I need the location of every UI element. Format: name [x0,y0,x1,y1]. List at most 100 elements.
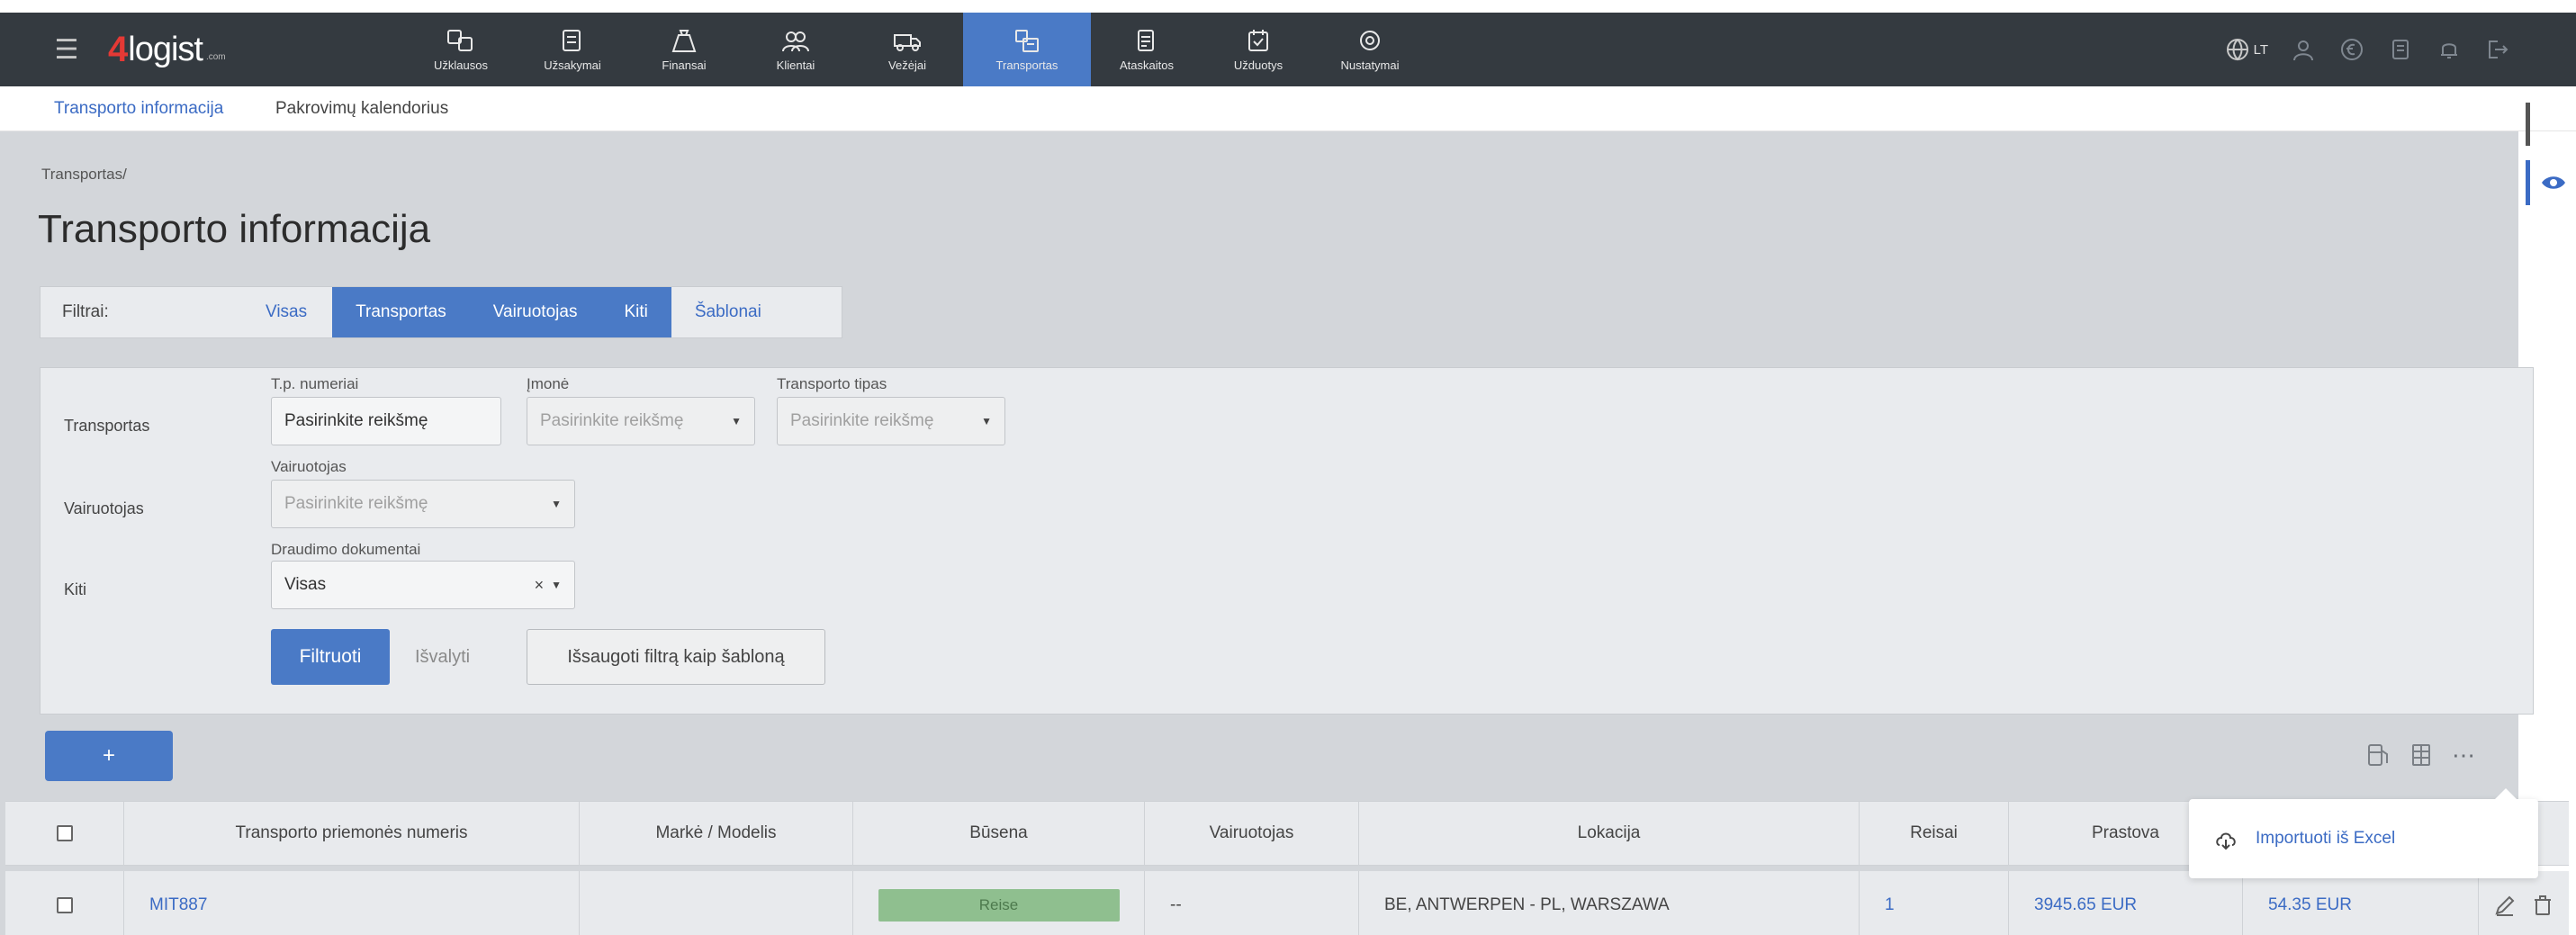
header-trips[interactable]: Reisai [1860,802,2009,865]
insurance-label: Draudimo dokumentai [271,541,421,558]
plate-select[interactable]: Pasirinkite reikšmę [271,397,501,445]
nav-item-label: Užklausos [434,58,488,72]
nav-item-finance[interactable]: Finansai [628,13,740,86]
import-excel-option[interactable]: Importuoti iš Excel [2256,829,2395,849]
cell-downtime: 3945.65 EUR [2009,871,2243,935]
header-status[interactable]: Būsena [853,802,1145,865]
nav-item-inquiries[interactable]: Užklausos [405,13,517,86]
logo-word: logist [128,30,203,68]
nav-item-tasks[interactable]: Užduotys [1202,13,1314,86]
logo-tld: .com [205,51,226,62]
tab-transport[interactable]: Transportas [332,287,470,337]
carriers-icon [894,33,921,51]
logout-button[interactable] [2484,36,2511,63]
table-tools: ⋯ [2365,742,2477,769]
currency-button[interactable] [2338,36,2365,63]
top-navbar: ☰ 4 logist .com Užklausos Užsakymai Fina… [0,13,2576,86]
eye-icon [2541,176,2565,189]
visibility-toggle-button[interactable] [2526,160,2576,205]
insurance-select-value: Visas [284,575,327,594]
finance-icon [671,29,697,52]
hamburger-menu-icon[interactable]: ☰ [34,13,99,86]
row-label-driver: Vairuotojas [64,499,144,517]
select-all-checkbox[interactable] [56,825,73,841]
spreadsheet-icon[interactable] [2409,742,2434,769]
clear-button[interactable]: Išvalyti [415,647,470,668]
header-location[interactable]: Lokacija [1359,802,1860,865]
nav-item-label: Finansai [662,58,707,72]
header-driver[interactable]: Vairuotojas [1145,802,1359,865]
tasks-icon [1248,29,1268,51]
header-model[interactable]: Markė / Modelis [580,802,853,865]
sub-nav: Transporto informacija Pakrovimų kalendo… [0,86,2576,131]
driver-select-value: Pasirinkite reikšmę [284,494,428,513]
more-options-icon[interactable]: ⋯ [2452,743,2477,767]
edit-icon[interactable] [2493,894,2517,917]
downtime-link[interactable]: 3945.65 EUR [2034,895,2137,915]
rail-scroll-indicator [2526,103,2530,146]
nav-item-transport[interactable]: Transportas [963,13,1091,86]
filter-button[interactable]: Filtruoti [271,629,390,685]
document-icon [2392,40,2409,59]
company-select-value: Pasirinkite reikšmę [540,411,684,430]
delete-icon[interactable] [2531,894,2554,917]
chevron-down-icon: ▼ [981,415,992,427]
nav-item-orders[interactable]: Užsakymai [517,13,628,86]
reports-icon [1138,29,1154,51]
tab-other[interactable]: Kiti [600,287,671,337]
extra-link[interactable]: 54.35 EUR [2268,895,2352,915]
cell-model [580,871,853,935]
filter-tabs-label: Filtrai: [62,302,109,321]
row-label-transport: Transportas [64,417,150,435]
tab-all[interactable]: Visas [266,287,332,337]
subnav-loading-calendar[interactable]: Pakrovimų kalendorius [275,99,448,119]
driver-select[interactable]: Pasirinkite reikšmę ▼ [271,480,575,528]
orders-icon [563,29,581,51]
globe-icon [2226,39,2248,61]
trips-link[interactable]: 1 [1885,895,1895,915]
nav-item-reports[interactable]: Ataskaitos [1091,13,1202,86]
company-select[interactable]: Pasirinkite reikšmę ▼ [527,397,755,445]
plate-link[interactable]: MIT887 [149,895,207,915]
nav-item-label: Transportas [995,58,1058,72]
nav-item-carriers[interactable]: Vežėjai [851,13,963,86]
driver-label: Vairuotojas [271,458,347,475]
notifications-button[interactable] [2436,36,2463,63]
insurance-select[interactable]: Visas × ▼ [271,561,575,609]
row-label-other: Kiti [64,580,87,598]
main-nav: Užklausos Užsakymai Finansai Klientai Ve… [405,13,1426,86]
user-icon [2293,40,2313,61]
top-strip [0,0,2576,13]
fuel-icon[interactable] [2365,742,2391,769]
documents-button[interactable] [2387,36,2414,63]
table-row[interactable]: MIT887 Reise -- BE, ANTWERPEN - PL, WARS… [5,871,2569,935]
app-logo[interactable]: 4 logist .com [108,13,378,86]
nav-item-clients[interactable]: Klientai [740,13,851,86]
subnav-transport-info[interactable]: Transporto informacija [54,99,223,119]
user-profile-button[interactable] [2290,36,2317,63]
language-switcher[interactable]: LT [2225,37,2268,62]
filter-tabs: Filtrai: Visas Transportas Vairuotojas K… [40,286,842,338]
save-template-button[interactable]: Išsaugoti filtrą kaip šabloną [527,629,825,685]
add-transport-button[interactable]: + [45,731,173,781]
cell-plate: MIT887 [124,871,580,935]
inquiries-icon [447,29,473,51]
nav-item-label: Klientai [776,58,815,72]
nav-item-label: Užsakymai [544,58,601,72]
nav-item-label: Nustatymai [1340,58,1400,72]
page-title: Transporto informacija [38,207,431,251]
chevron-down-icon: ▼ [551,498,562,510]
header-plate[interactable]: Transporto priemonės numeris [124,802,580,865]
navbar-right-icons: LT [2225,13,2511,86]
breadcrumb[interactable]: Transportas/ [41,166,127,184]
tab-driver[interactable]: Vairuotojas [469,287,601,337]
clear-icon[interactable]: × [535,576,545,595]
tab-templates[interactable]: Šablonai [671,287,785,337]
transport-type-select[interactable]: Pasirinkite reikšmę ▼ [777,397,1005,445]
plate-select-value: Pasirinkite reikšmę [284,411,428,430]
row-checkbox[interactable] [56,896,73,913]
filter-panel: Transportas T.p. numeriai Pasirinkite re… [40,367,2534,715]
plate-label: T.p. numeriai [271,375,359,392]
cell-actions [2479,871,2569,935]
nav-item-settings[interactable]: Nustatymai [1314,13,1426,86]
